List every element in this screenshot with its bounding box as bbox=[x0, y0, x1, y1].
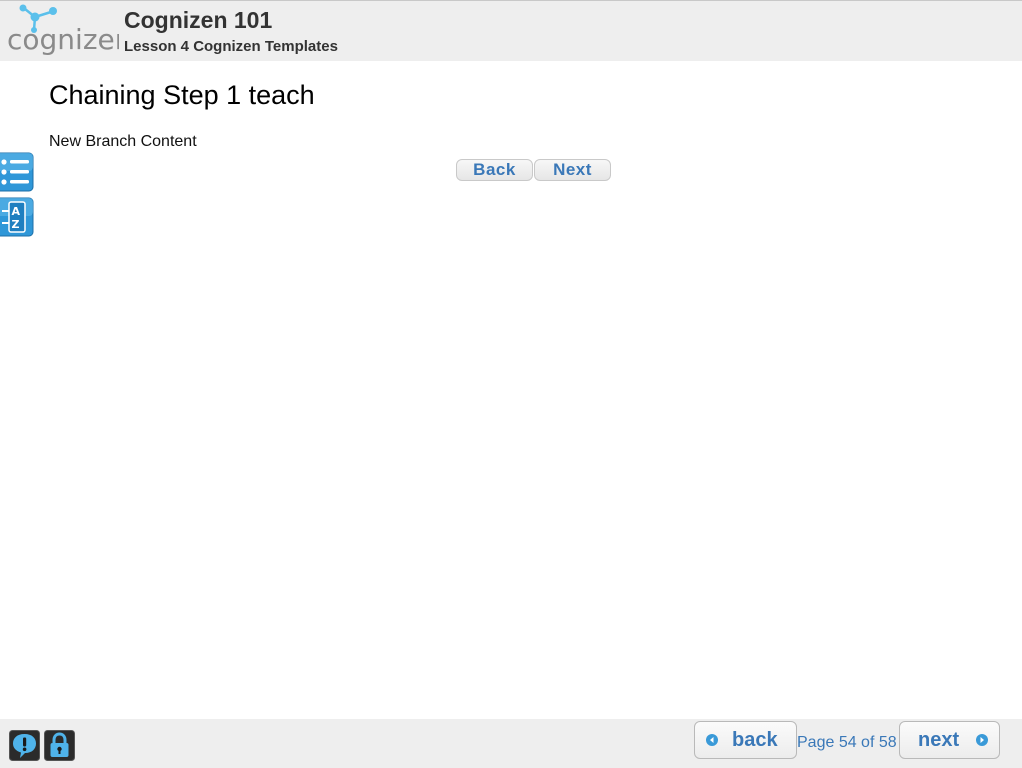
next-button-label: next bbox=[918, 729, 960, 751]
page-counter: Page 54 of 58 bbox=[797, 734, 897, 751]
branch-next-button[interactable]: Next bbox=[534, 159, 611, 181]
next-button[interactable]: next bbox=[899, 721, 1000, 759]
outline-button[interactable] bbox=[0, 152, 34, 192]
cognizen-logo: cognizen bbox=[7, 4, 119, 56]
svg-text:Z: Z bbox=[12, 218, 20, 231]
a-z-glossary-icon: A Z bbox=[0, 197, 34, 237]
branch-back-button[interactable]: Back bbox=[456, 159, 533, 181]
svg-text:cognizen: cognizen bbox=[7, 23, 119, 56]
help-bubble-icon bbox=[9, 730, 40, 761]
course-title: Cognizen 101 bbox=[124, 7, 273, 33]
list-icon bbox=[0, 152, 34, 192]
help-button[interactable] bbox=[9, 730, 40, 761]
glossary-button[interactable]: A Z bbox=[0, 197, 34, 237]
svg-text:A: A bbox=[12, 205, 21, 218]
back-button-label: back bbox=[732, 729, 778, 751]
page-body-text: New Branch Content bbox=[49, 133, 197, 150]
back-button[interactable]: back bbox=[694, 721, 797, 759]
page-title: Chaining Step 1 teach bbox=[49, 80, 315, 110]
lesson-title: Lesson 4 Cognizen Templates bbox=[124, 38, 338, 55]
lock-button[interactable] bbox=[44, 730, 75, 761]
chevron-right-icon bbox=[976, 734, 988, 746]
header-bar: cognizen Cognizen 101 Lesson 4 Cognizen … bbox=[0, 0, 1022, 61]
lock-icon bbox=[44, 730, 75, 761]
chevron-left-icon bbox=[706, 734, 718, 746]
